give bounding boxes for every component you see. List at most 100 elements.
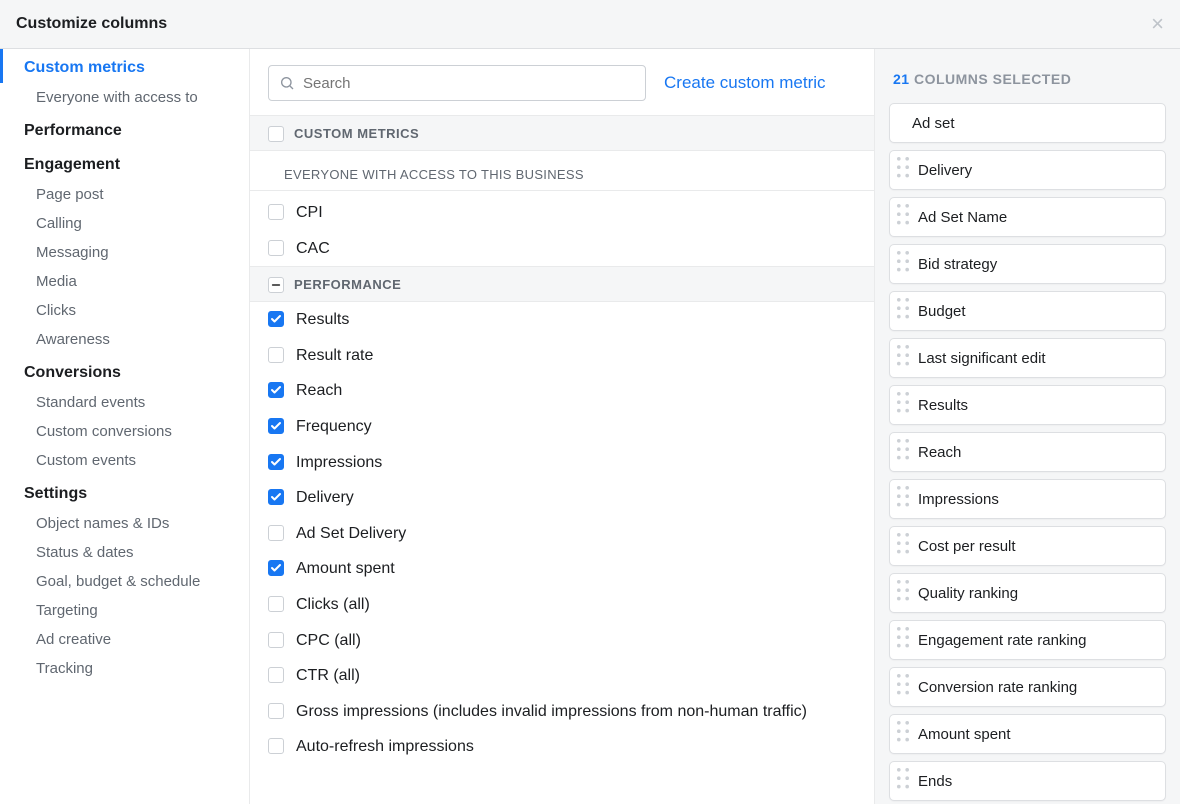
nav-group-custom-metrics[interactable]: Custom metrics [0, 49, 250, 83]
metric-checkbox[interactable] [268, 311, 284, 327]
metric-checkbox[interactable] [268, 525, 284, 541]
metric-row[interactable]: Gross impressions (includes invalid impr… [250, 694, 874, 730]
drag-handle-icon[interactable] [896, 720, 910, 747]
remove-column-button[interactable] [1141, 162, 1157, 178]
drag-handle-icon[interactable] [896, 391, 910, 418]
metric-checkbox[interactable] [268, 560, 284, 576]
drag-handle-icon[interactable] [896, 156, 910, 183]
metric-row[interactable]: CPC (all) [250, 623, 874, 659]
selected-column-chip[interactable]: Amount spent [889, 714, 1166, 754]
metric-checkbox[interactable] [268, 703, 284, 719]
remove-column-button[interactable] [1141, 632, 1157, 648]
metric-checkbox[interactable] [268, 126, 284, 142]
search-box[interactable] [268, 65, 646, 101]
metric-checkbox[interactable] [268, 596, 284, 612]
metric-row[interactable]: Clicks (all) [250, 587, 874, 623]
metric-checkbox[interactable] [268, 632, 284, 648]
remove-column-button[interactable] [1141, 679, 1157, 695]
remove-column-button[interactable] [1141, 209, 1157, 225]
metric-row[interactable]: Result rate [250, 338, 874, 374]
metric-row[interactable]: Impressions [250, 445, 874, 481]
metrics-list[interactable]: CUSTOM METRICSEVERYONE WITH ACCESS TO TH… [250, 115, 874, 804]
metric-checkbox[interactable] [268, 418, 284, 434]
metric-checkbox[interactable] [268, 454, 284, 470]
category-sidebar[interactable]: Custom metricsEveryone with access toPer… [0, 49, 250, 804]
nav-sub-item[interactable]: Media [0, 267, 250, 296]
metric-row[interactable]: Frequency [250, 409, 874, 445]
nav-group-conversions[interactable]: Conversions [0, 354, 250, 388]
search-input[interactable] [303, 66, 635, 100]
nav-sub-item[interactable]: Messaging [0, 238, 250, 267]
selected-column-chip[interactable]: Last significant edit [889, 338, 1166, 378]
metric-row[interactable]: CTR (all) [250, 658, 874, 694]
remove-column-button[interactable] [1141, 350, 1157, 366]
selected-columns-panel[interactable]: 21 COLUMNS SELECTED Ad setDeliveryAd Set… [874, 49, 1180, 804]
remove-column-button[interactable] [1141, 726, 1157, 742]
nav-sub-item[interactable]: Custom events [0, 446, 250, 475]
metric-checkbox[interactable] [268, 382, 284, 398]
nav-sub-item[interactable]: Standard events [0, 388, 250, 417]
metric-checkbox[interactable] [268, 240, 284, 256]
create-custom-metric-link[interactable]: Create custom metric [664, 73, 826, 93]
drag-handle-icon[interactable] [896, 344, 910, 371]
close-button[interactable]: × [1151, 13, 1164, 35]
drag-handle-icon[interactable] [896, 485, 910, 512]
remove-column-button[interactable] [1141, 538, 1157, 554]
metric-checkbox[interactable] [268, 204, 284, 220]
selected-column-chip[interactable]: Delivery [889, 150, 1166, 190]
metric-checkbox[interactable] [268, 738, 284, 754]
drag-handle-icon[interactable] [896, 438, 910, 465]
nav-sub-item[interactable]: Status & dates [0, 538, 250, 567]
metric-row[interactable]: Ad Set Delivery [250, 516, 874, 552]
nav-sub-item[interactable]: Everyone with access to [0, 83, 250, 112]
metric-row[interactable]: Delivery [250, 480, 874, 516]
drag-handle-icon[interactable] [896, 203, 910, 230]
selected-column-chip[interactable]: Results [889, 385, 1166, 425]
remove-column-button[interactable] [1141, 397, 1157, 413]
selected-column-chip[interactable]: Bid strategy [889, 244, 1166, 284]
metric-row[interactable]: Amount spent [250, 551, 874, 587]
remove-column-button[interactable] [1141, 585, 1157, 601]
selected-column-chip[interactable]: Quality ranking [889, 573, 1166, 613]
nav-group-engagement[interactable]: Engagement [0, 146, 250, 180]
selected-column-chip[interactable]: Engagement rate ranking [889, 620, 1166, 660]
metric-row[interactable]: CPI [250, 195, 874, 231]
nav-sub-item[interactable]: Tracking [0, 654, 250, 683]
metric-row[interactable]: Auto-refresh impressions [250, 729, 874, 765]
selected-column-chip[interactable]: Cost per result [889, 526, 1166, 566]
metric-row[interactable]: Reach [250, 373, 874, 409]
selected-column-chip[interactable]: Impressions [889, 479, 1166, 519]
remove-column-button[interactable] [1141, 256, 1157, 272]
drag-handle-icon[interactable] [896, 626, 910, 653]
section-checkbox-indeterminate[interactable] [268, 277, 284, 293]
selected-column-chip[interactable]: Conversion rate ranking [889, 667, 1166, 707]
nav-sub-item[interactable]: Ad creative [0, 625, 250, 654]
metric-checkbox[interactable] [268, 667, 284, 683]
drag-handle-icon[interactable] [896, 250, 910, 277]
drag-handle-icon[interactable] [896, 297, 910, 324]
selected-column-chip[interactable]: Reach [889, 432, 1166, 472]
selected-column-chip[interactable]: Ends [889, 761, 1166, 801]
metric-row[interactable]: CAC [250, 231, 874, 267]
metric-row[interactable]: Results [250, 302, 874, 338]
selected-column-chip[interactable]: Ad Set Name [889, 197, 1166, 237]
nav-sub-item[interactable]: Targeting [0, 596, 250, 625]
nav-sub-item[interactable]: Custom conversions [0, 417, 250, 446]
drag-handle-icon[interactable] [896, 579, 910, 606]
metric-checkbox[interactable] [268, 489, 284, 505]
remove-column-button[interactable] [1141, 491, 1157, 507]
selected-column-chip[interactable]: Ad set [889, 103, 1166, 143]
selected-column-chip[interactable]: Budget [889, 291, 1166, 331]
nav-sub-item[interactable]: Clicks [0, 296, 250, 325]
remove-column-button[interactable] [1141, 303, 1157, 319]
drag-handle-icon[interactable] [896, 532, 910, 559]
nav-sub-item[interactable]: Calling [0, 209, 250, 238]
metric-checkbox[interactable] [268, 347, 284, 363]
remove-column-button[interactable] [1141, 773, 1157, 789]
nav-sub-item[interactable]: Page post [0, 180, 250, 209]
drag-handle-icon[interactable] [896, 673, 910, 700]
nav-sub-item[interactable]: Object names & IDs [0, 509, 250, 538]
nav-sub-item[interactable]: Goal, budget & schedule [0, 567, 250, 596]
nav-group-settings[interactable]: Settings [0, 475, 250, 509]
remove-column-button[interactable] [1141, 444, 1157, 460]
